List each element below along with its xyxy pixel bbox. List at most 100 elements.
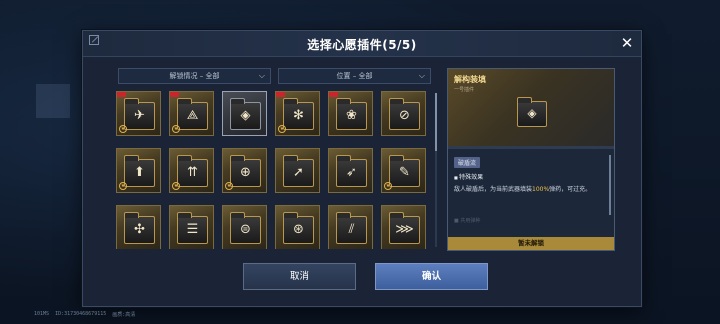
plugin-cell[interactable]: ⬆ ★ bbox=[116, 148, 161, 193]
plugin-glyph-icon: ⊘ bbox=[399, 108, 410, 123]
cancel-button[interactable]: 取消 bbox=[243, 263, 356, 290]
plugin-detail-panel: 解构装填 一号插件 ◈ 破盾流 特殊效果 敌人破盾后，为当前武器填装100%弹药… bbox=[447, 68, 615, 251]
divider bbox=[448, 146, 614, 149]
folder-icon: ⬆ bbox=[124, 155, 155, 187]
folder-icon: ◈ bbox=[230, 98, 261, 130]
unlock-status-filter[interactable]: 解锁情况 – 全部 ⌵ bbox=[118, 68, 271, 84]
grid-scrollbar-thumb[interactable] bbox=[435, 93, 437, 151]
plugin-glyph-icon: ⊛ bbox=[293, 222, 304, 237]
plugin-cell[interactable]: ☰ bbox=[169, 205, 214, 249]
effect-desc-text: 敌人破盾后，为当前武器填装 bbox=[454, 186, 533, 193]
plugin-glyph-icon: ◈ bbox=[240, 108, 251, 123]
plugin-glyph-icon: ⊕ bbox=[240, 165, 251, 180]
plugin-cell[interactable]: ⇈ ★ bbox=[169, 148, 214, 193]
plugin-glyph-icon: ☰ bbox=[186, 222, 199, 237]
folder-icon: ✻ bbox=[283, 98, 314, 130]
detail-header: 解构装填 一号插件 ◈ bbox=[448, 69, 614, 146]
plugin-cell[interactable]: ✻ ★ bbox=[275, 91, 320, 136]
new-badge-icon bbox=[329, 92, 338, 97]
new-badge-icon bbox=[170, 92, 179, 97]
dialog-title: 选择心愿插件(5/5) bbox=[307, 38, 417, 52]
folder-icon: ⫽ bbox=[336, 212, 367, 244]
star-badge-icon: ★ bbox=[172, 125, 180, 133]
plugin-glyph-icon: ⋙ bbox=[395, 222, 414, 237]
plugin-glyph-icon: ⇈ bbox=[187, 165, 198, 180]
new-badge-icon bbox=[117, 92, 126, 97]
star-badge-icon: ★ bbox=[384, 182, 392, 190]
folder-icon: ✈ bbox=[124, 98, 155, 130]
faded-effect-line: ■ 共用弹种 bbox=[454, 218, 481, 224]
plugin-cell[interactable]: ⫽ bbox=[328, 205, 373, 249]
plugin-cell[interactable]: ✎ ★ bbox=[381, 148, 426, 193]
folder-icon: ⊛ bbox=[283, 212, 314, 244]
chevron-down-icon: ⌵ bbox=[418, 71, 425, 80]
star-badge-icon: ★ bbox=[225, 182, 233, 190]
folder-icon: ➶ bbox=[336, 155, 367, 187]
plugin-glyph-icon: ⟁ bbox=[186, 108, 199, 123]
latency-text: 101MS bbox=[34, 311, 50, 317]
star-badge-icon: ★ bbox=[278, 125, 286, 133]
quality-text: 画质:高清 bbox=[112, 312, 136, 318]
plugin-cell[interactable]: ◈ bbox=[222, 91, 267, 136]
close-button[interactable]: ✕ bbox=[619, 35, 635, 51]
plugin-glyph-icon: ✣ bbox=[134, 222, 145, 237]
folder-icon: ⊜ bbox=[230, 212, 261, 244]
new-badge-icon bbox=[276, 92, 285, 97]
folder-icon: ☰ bbox=[177, 212, 208, 244]
background-panel bbox=[36, 84, 70, 118]
plugin-glyph-icon: ⬆ bbox=[134, 165, 145, 180]
detail-scrollbar[interactable] bbox=[609, 155, 611, 215]
plugin-name: 解构装填 bbox=[454, 75, 486, 84]
folder-icon: ✎ bbox=[389, 155, 420, 187]
effect-title: 特殊效果 bbox=[454, 172, 483, 181]
plugin-glyph-icon: ✈ bbox=[134, 108, 145, 123]
plugin-cell[interactable]: ⊘ bbox=[381, 91, 426, 136]
plugin-glyph-icon: ➚ bbox=[293, 165, 304, 180]
plugin-glyph-icon: ⫽ bbox=[348, 222, 355, 237]
plugin-cell[interactable]: ⟁ ★ bbox=[169, 91, 214, 136]
plugin-grid: ✈ ★ ⟁ ★ ◈ ✻ ★ ❀ ⊘ ⬆ ★ ⇈ ★ ⊕ ★ ➚ ➶ ✎ ★ ✣ ☰ ⊜ ⊛ ⫽ ⋙ bbox=[116, 91, 434, 249]
plugin-cell[interactable]: ✈ ★ bbox=[116, 91, 161, 136]
unlock-status-filter-label: 解锁情况 – 全部 bbox=[169, 72, 220, 80]
footer-info: 101MS ID:31730468679115 画质:高清 bbox=[34, 311, 135, 318]
plugin-select-dialog: 选择心愿插件(5/5) ✕ 解锁情况 – 全部 ⌵ 位置 – 全部 ⌵ ✈ ★ ⟁ ★… bbox=[82, 30, 642, 307]
plugin-cell[interactable]: ⊕ ★ bbox=[222, 148, 267, 193]
folder-icon: ➚ bbox=[283, 155, 314, 187]
effect-description: 敌人破盾后，为当前武器填装100%弹药，可过充。 bbox=[454, 185, 604, 194]
folder-icon: ◈ bbox=[517, 97, 547, 127]
dialog-header: 选择心愿插件(5/5) ✕ bbox=[83, 31, 641, 57]
plugin-glyph-icon: ➶ bbox=[346, 165, 357, 180]
plugin-glyph-icon: ✎ bbox=[399, 165, 410, 180]
plugin-cell[interactable]: ➶ bbox=[328, 148, 373, 193]
effect-desc-text-end: 弹药，可过充。 bbox=[549, 186, 592, 193]
plugin-glyph-icon: ⊜ bbox=[240, 222, 251, 237]
plugin-tag: 破盾流 bbox=[454, 157, 481, 168]
folder-icon: ⇈ bbox=[177, 155, 208, 187]
plugin-cell[interactable]: ❀ bbox=[328, 91, 373, 136]
position-filter-label: 位置 – 全部 bbox=[336, 72, 373, 80]
plugin-glyph-icon: ✻ bbox=[293, 108, 304, 123]
plugin-detail-icon: ◈ bbox=[515, 95, 549, 129]
locked-status-bar: 暂未解锁 bbox=[448, 237, 614, 250]
plugin-slot: 一号插件 bbox=[454, 87, 475, 93]
folder-icon: ⋙ bbox=[389, 212, 420, 244]
plugin-glyph-icon: ◈ bbox=[527, 106, 537, 120]
star-badge-icon: ★ bbox=[172, 182, 180, 190]
folder-icon: ✣ bbox=[124, 212, 155, 244]
plugin-cell[interactable]: ⊛ bbox=[275, 205, 320, 249]
plugin-cell[interactable]: ⋙ bbox=[381, 205, 426, 249]
confirm-button[interactable]: 确认 bbox=[375, 263, 488, 290]
user-id-text: ID:31730468679115 bbox=[55, 311, 107, 317]
plugin-cell[interactable]: ⊜ bbox=[222, 205, 267, 249]
folder-icon: ⊕ bbox=[230, 155, 261, 187]
folder-icon: ⟁ bbox=[177, 98, 208, 130]
chevron-down-icon: ⌵ bbox=[258, 71, 265, 80]
effect-desc-highlight: 100% bbox=[532, 186, 550, 193]
folder-icon: ⊘ bbox=[389, 98, 420, 130]
plugin-cell[interactable]: ➚ bbox=[275, 148, 320, 193]
folder-icon: ❀ bbox=[336, 98, 367, 130]
position-filter[interactable]: 位置 – 全部 ⌵ bbox=[278, 68, 431, 84]
star-badge-icon: ★ bbox=[119, 182, 127, 190]
plugin-cell[interactable]: ✣ bbox=[116, 205, 161, 249]
detail-description: 破盾流 特殊效果 敌人破盾后，为当前武器填装100%弹药，可过充。 ■ 共用弹种 bbox=[448, 153, 614, 239]
